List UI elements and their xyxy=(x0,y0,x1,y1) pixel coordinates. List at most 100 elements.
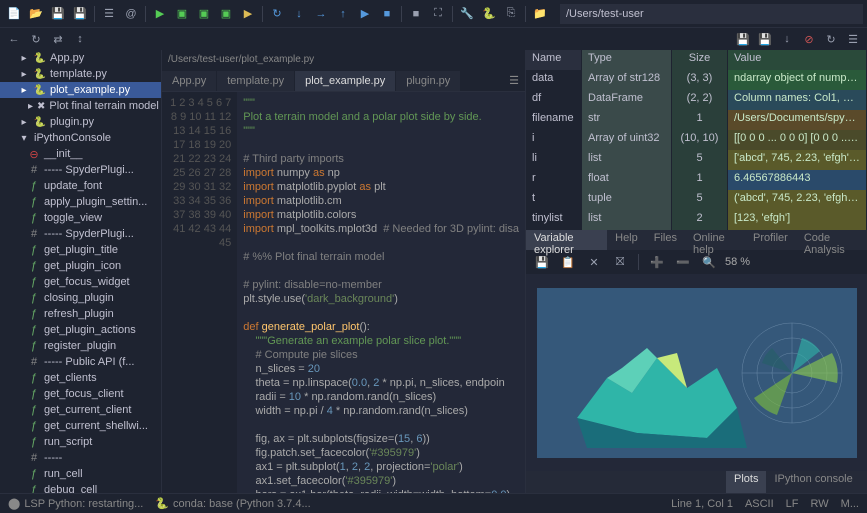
console-node[interactable]: ▾iPythonConsole xyxy=(0,130,161,146)
panel-tab-Files[interactable]: Files xyxy=(646,230,685,250)
lsp-status[interactable]: ⬤ LSP Python: restarting... xyxy=(8,497,143,510)
tab-App.py[interactable]: App.py xyxy=(162,71,216,91)
var-row[interactable]: rfloat16.46567886443 xyxy=(526,170,867,190)
tab-plugin.py[interactable]: plugin.py xyxy=(396,71,460,91)
var-row[interactable]: lilist5['abcd', 745, 2.23, 'efgh', 70.2] xyxy=(526,150,867,170)
refresh-icon[interactable]: ↻ xyxy=(26,29,46,49)
outline-get_focus_widget[interactable]: ƒget_focus_widget xyxy=(0,274,161,290)
outline-__init__[interactable]: ⊖__init__ xyxy=(0,146,161,162)
panel-tab-Code Analysis[interactable]: Code Analysis xyxy=(796,230,867,250)
step-into-icon[interactable]: → xyxy=(311,4,331,24)
file-Plot final terrain model[interactable]: ▸✖Plot final terrain model xyxy=(0,98,161,114)
run-cell-advance-icon[interactable]: ▣ xyxy=(194,4,214,24)
save-var2-icon[interactable]: 💾 xyxy=(755,29,775,49)
open-folder-icon[interactable]: 📂 xyxy=(26,4,46,24)
copy-plot-icon[interactable]: 📋 xyxy=(558,252,578,272)
stop-debug-icon[interactable]: ■ xyxy=(377,4,397,24)
zoom-fit-icon[interactable]: 🔍 xyxy=(699,252,719,272)
outline-register_plugin[interactable]: ƒregister_plugin xyxy=(0,338,161,354)
outline-toggle_view[interactable]: ƒtoggle_view xyxy=(0,210,161,226)
eol[interactable]: LF xyxy=(786,498,799,510)
plot-canvas[interactable] xyxy=(526,274,867,471)
at-icon[interactable]: @ xyxy=(121,4,141,24)
run-again-icon[interactable]: ▶ xyxy=(238,4,258,24)
panel-tab-Online help[interactable]: Online help xyxy=(685,230,745,250)
tab-plot_example.py[interactable]: plot_example.py xyxy=(295,71,395,91)
file-plugin.py[interactable]: ▸🐍plugin.py xyxy=(0,114,161,130)
debug-icon[interactable]: ↻ xyxy=(267,4,287,24)
tab-options-icon[interactable]: ☰ xyxy=(503,70,525,91)
var-row[interactable]: dfDataFrame(2, 2)Column names: Col1, Col… xyxy=(526,90,867,110)
step-icon[interactable]: ↓ xyxy=(289,4,309,24)
collapse-icon[interactable]: ↕ xyxy=(70,29,90,49)
file-App.py[interactable]: ▸🐍App.py xyxy=(0,50,161,66)
col-type[interactable]: Type xyxy=(582,50,672,70)
encoding[interactable]: ASCII xyxy=(745,498,774,510)
outline-get_plugin_title[interactable]: ƒget_plugin_title xyxy=(0,242,161,258)
import-icon[interactable]: ↓ xyxy=(777,29,797,49)
arrows-icon[interactable]: ⇄ xyxy=(48,29,68,49)
file-plot_example.py[interactable]: ▸🐍plot_example.py xyxy=(0,82,161,98)
outline-closing_plugin[interactable]: ƒclosing_plugin xyxy=(0,290,161,306)
save-plot-icon[interactable]: 💾 xyxy=(532,252,552,272)
wrench-icon[interactable]: 🔧 xyxy=(457,4,477,24)
code-editor[interactable]: 1 2 3 4 5 6 7 8 9 10 11 12 13 14 15 16 1… xyxy=(162,92,525,493)
python-icon[interactable]: 🐍 xyxy=(479,4,499,24)
save-var-icon[interactable]: 💾 xyxy=(733,29,753,49)
outline------ Public API (f...[interactable]: #----- Public API (f... xyxy=(0,354,161,370)
outline-apply_plugin_settin...[interactable]: ƒapply_plugin_settin... xyxy=(0,194,161,210)
maximize-icon[interactable]: ⛶ xyxy=(428,4,448,24)
back-icon[interactable]: ← xyxy=(4,29,24,49)
tab-template.py[interactable]: template.py xyxy=(217,71,294,91)
outline-get_plugin_icon[interactable]: ƒget_plugin_icon xyxy=(0,258,161,274)
outline-get_current_shellwi...[interactable]: ƒget_current_shellwi... xyxy=(0,418,161,434)
run-icon[interactable]: ▶ xyxy=(150,4,170,24)
folder-nav-icon[interactable]: 📁 xyxy=(530,4,550,24)
var-opts-icon[interactable]: ☰ xyxy=(843,29,863,49)
var-row[interactable]: tinylistlist2[123, 'efgh'] xyxy=(526,210,867,230)
delete-all-icon[interactable]: ⊘ xyxy=(799,29,819,49)
run-selection-icon[interactable]: ▣ xyxy=(216,4,236,24)
panel-tab-Help[interactable]: Help xyxy=(607,230,646,250)
continue-icon[interactable]: ▶ xyxy=(355,4,375,24)
close-all-icon[interactable]: ⛝ xyxy=(610,252,630,272)
var-row[interactable]: dataArray of str128(3, 3)ndarray object … xyxy=(526,70,867,90)
save-all-icon[interactable]: 💾 xyxy=(70,4,90,24)
new-file-icon[interactable]: 📄 xyxy=(4,4,24,24)
outline-update_font[interactable]: ƒupdate_font xyxy=(0,178,161,194)
panel-tab-Profiler[interactable]: Profiler xyxy=(745,230,796,250)
var-row[interactable]: filenamestr1/Users/Documents/spyder/spyd… xyxy=(526,110,867,130)
outline-get_clients[interactable]: ƒget_clients xyxy=(0,370,161,386)
outline------ SpyderPlugi...[interactable]: #----- SpyderPlugi... xyxy=(0,162,161,178)
outline-refresh_plugin[interactable]: ƒrefresh_plugin xyxy=(0,306,161,322)
outline------ SpyderPlugi...[interactable]: #----- SpyderPlugi... xyxy=(0,226,161,242)
outline-get_focus_client[interactable]: ƒget_focus_client xyxy=(0,386,161,402)
col-name[interactable]: Name xyxy=(526,50,582,70)
panel-tab-Variable explorer[interactable]: Variable explorer xyxy=(526,230,607,250)
bottom-tab-Plots[interactable]: Plots xyxy=(726,471,766,493)
outline------[interactable]: #----- xyxy=(0,450,161,466)
stop-icon[interactable]: ■ xyxy=(406,4,426,24)
zoom-in-icon[interactable]: ➕ xyxy=(647,252,667,272)
close-plot-icon[interactable]: ✕ xyxy=(584,252,604,272)
outline-get_plugin_actions[interactable]: ƒget_plugin_actions xyxy=(0,322,161,338)
save-icon[interactable]: 💾 xyxy=(48,4,68,24)
run-cell-icon[interactable]: ▣ xyxy=(172,4,192,24)
refresh-var-icon[interactable]: ↻ xyxy=(821,29,841,49)
step-out-icon[interactable]: ↑ xyxy=(333,4,353,24)
col-size[interactable]: Size xyxy=(672,50,728,70)
var-row[interactable]: iArray of uint32(10, 10)[[0 0 0 ... 0 0 … xyxy=(526,130,867,150)
col-value[interactable]: Value xyxy=(728,50,867,70)
list-icon[interactable]: ☰ xyxy=(99,4,119,24)
zoom-out-icon[interactable]: ➖ xyxy=(673,252,693,272)
outline-run_cell[interactable]: ƒrun_cell xyxy=(0,466,161,482)
path-icon[interactable]: ⎘ xyxy=(501,4,521,24)
bottom-tab-IPython console[interactable]: IPython console xyxy=(766,471,860,493)
outline-run_script[interactable]: ƒrun_script xyxy=(0,434,161,450)
outline-debug_cell[interactable]: ƒdebug_cell xyxy=(0,482,161,493)
working-dir-input[interactable]: /Users/test-user xyxy=(560,4,863,24)
outline-get_current_client[interactable]: ƒget_current_client xyxy=(0,402,161,418)
conda-status[interactable]: 🐍 conda: base (Python 3.7.4... xyxy=(155,497,310,510)
file-template.py[interactable]: ▸🐍template.py xyxy=(0,66,161,82)
var-row[interactable]: ttuple5('abcd', 745, 2.23, 'efgh', 70.2) xyxy=(526,190,867,210)
